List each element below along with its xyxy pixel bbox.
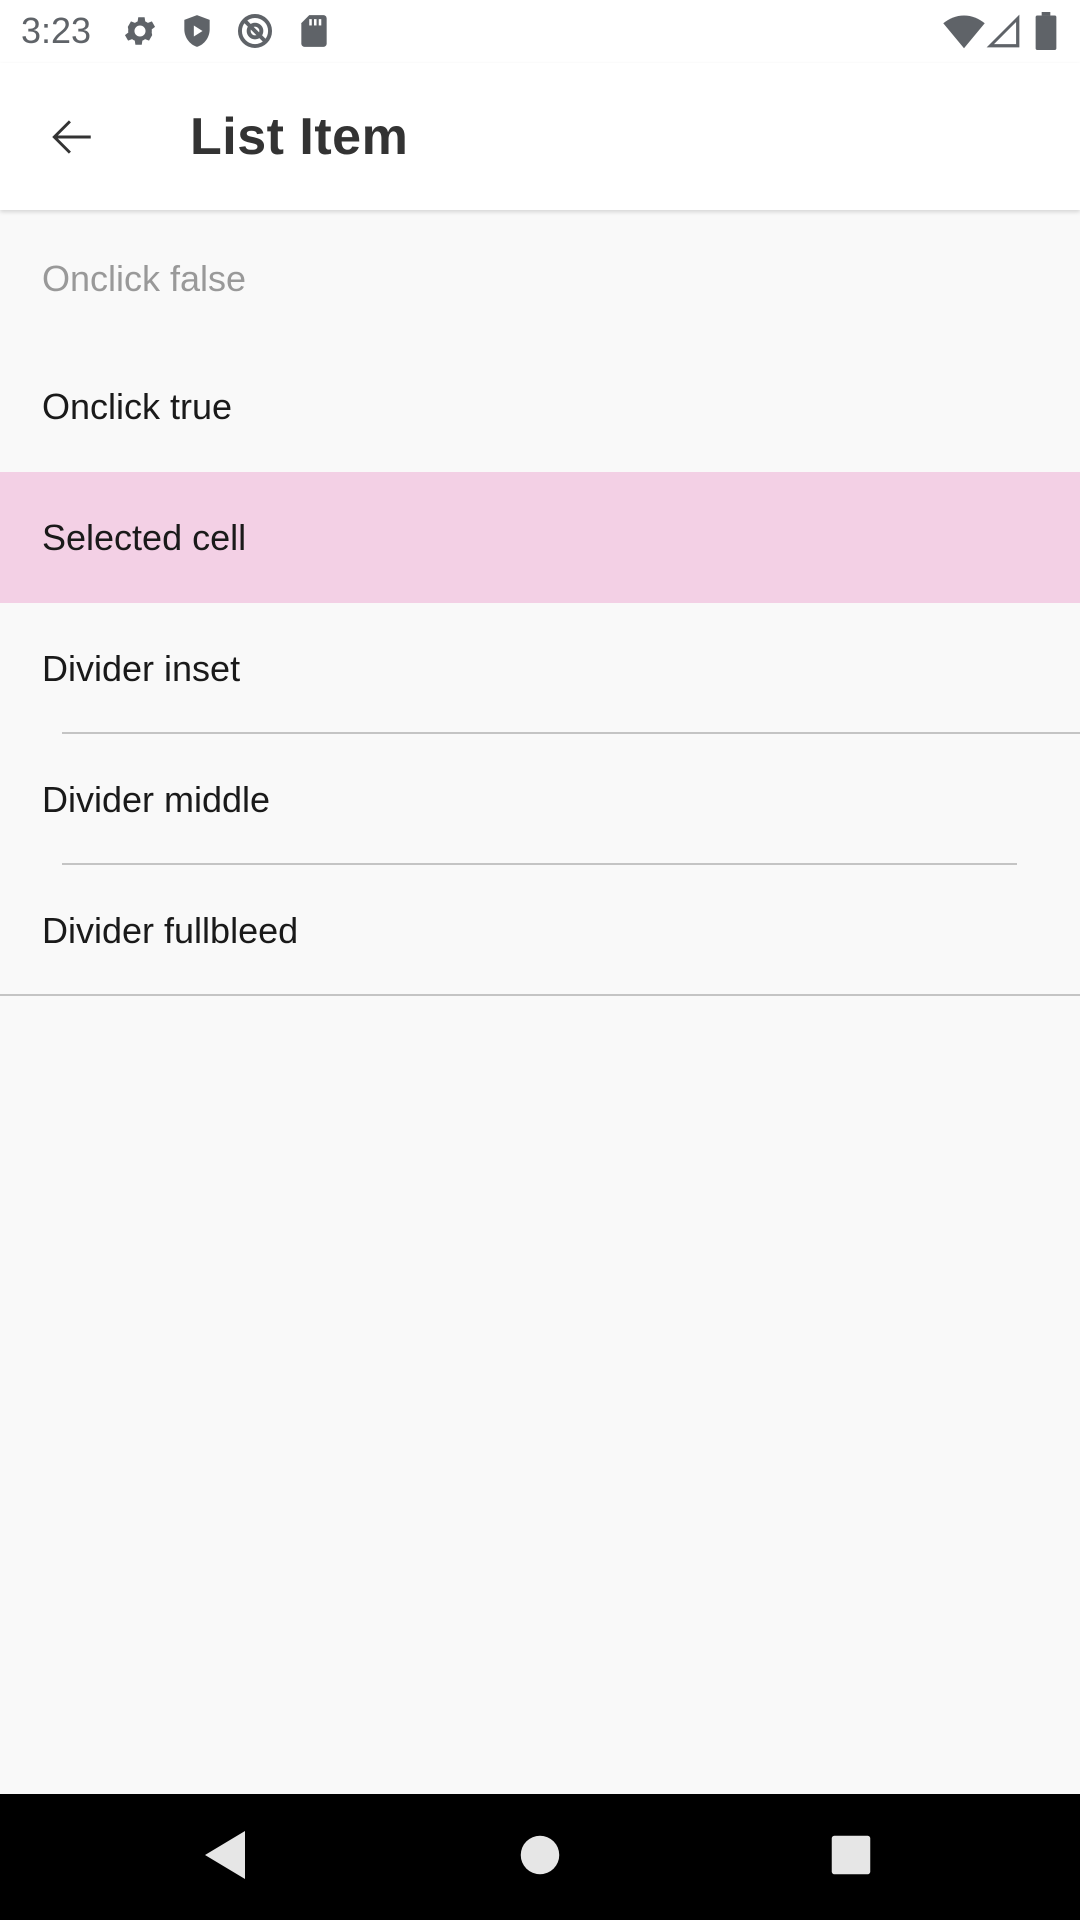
list-item-label: Divider middle bbox=[42, 779, 271, 820]
list-item-onclick-false: Onclick false bbox=[0, 210, 1080, 341]
sd-card-icon bbox=[295, 12, 333, 50]
wifi-icon bbox=[943, 12, 985, 50]
list-item-label: Selected cell bbox=[42, 517, 247, 558]
list-item-onclick-true[interactable]: Onclick true bbox=[0, 341, 1080, 472]
gear-icon bbox=[121, 12, 159, 50]
home-circle-icon bbox=[519, 1834, 561, 1881]
screen: 3:23 List Item Onclick false Onclick tru… bbox=[0, 0, 1080, 1920]
list-item-selected-cell[interactable]: Selected cell bbox=[0, 472, 1080, 603]
shield-icon bbox=[178, 12, 216, 50]
list-item-divider-inset[interactable]: Divider inset bbox=[0, 603, 1080, 734]
list-item-divider-fullbleed[interactable]: Divider fullbleed bbox=[0, 865, 1080, 996]
nav-bar bbox=[0, 1794, 1080, 1920]
divider-fullbleed bbox=[0, 994, 1080, 996]
app-bar: List Item bbox=[0, 63, 1080, 210]
nav-back-button[interactable] bbox=[190, 1822, 260, 1892]
list-item-label: Divider fullbleed bbox=[42, 910, 299, 951]
nav-recents-button[interactable] bbox=[816, 1822, 886, 1892]
recents-square-icon bbox=[830, 1834, 872, 1881]
status-time: 3:23 bbox=[21, 10, 92, 51]
list-item-divider-middle[interactable]: Divider middle bbox=[0, 734, 1080, 865]
status-bar: 3:23 bbox=[0, 0, 1080, 63]
list-item-label: Divider inset bbox=[42, 648, 241, 689]
list: Onclick false Onclick true Selected cell… bbox=[0, 210, 1080, 996]
battery-icon bbox=[1035, 12, 1061, 51]
signal-icon bbox=[985, 12, 1021, 50]
list-item-label: Onclick true bbox=[42, 386, 233, 427]
list-item-label: Onclick false bbox=[42, 258, 247, 299]
page-title: List Item bbox=[190, 108, 409, 166]
at-sign-icon bbox=[236, 12, 274, 50]
nav-home-button[interactable] bbox=[505, 1822, 575, 1892]
back-button[interactable] bbox=[32, 99, 112, 179]
arrow-left-icon bbox=[47, 112, 97, 167]
back-triangle-icon bbox=[201, 1829, 249, 1886]
